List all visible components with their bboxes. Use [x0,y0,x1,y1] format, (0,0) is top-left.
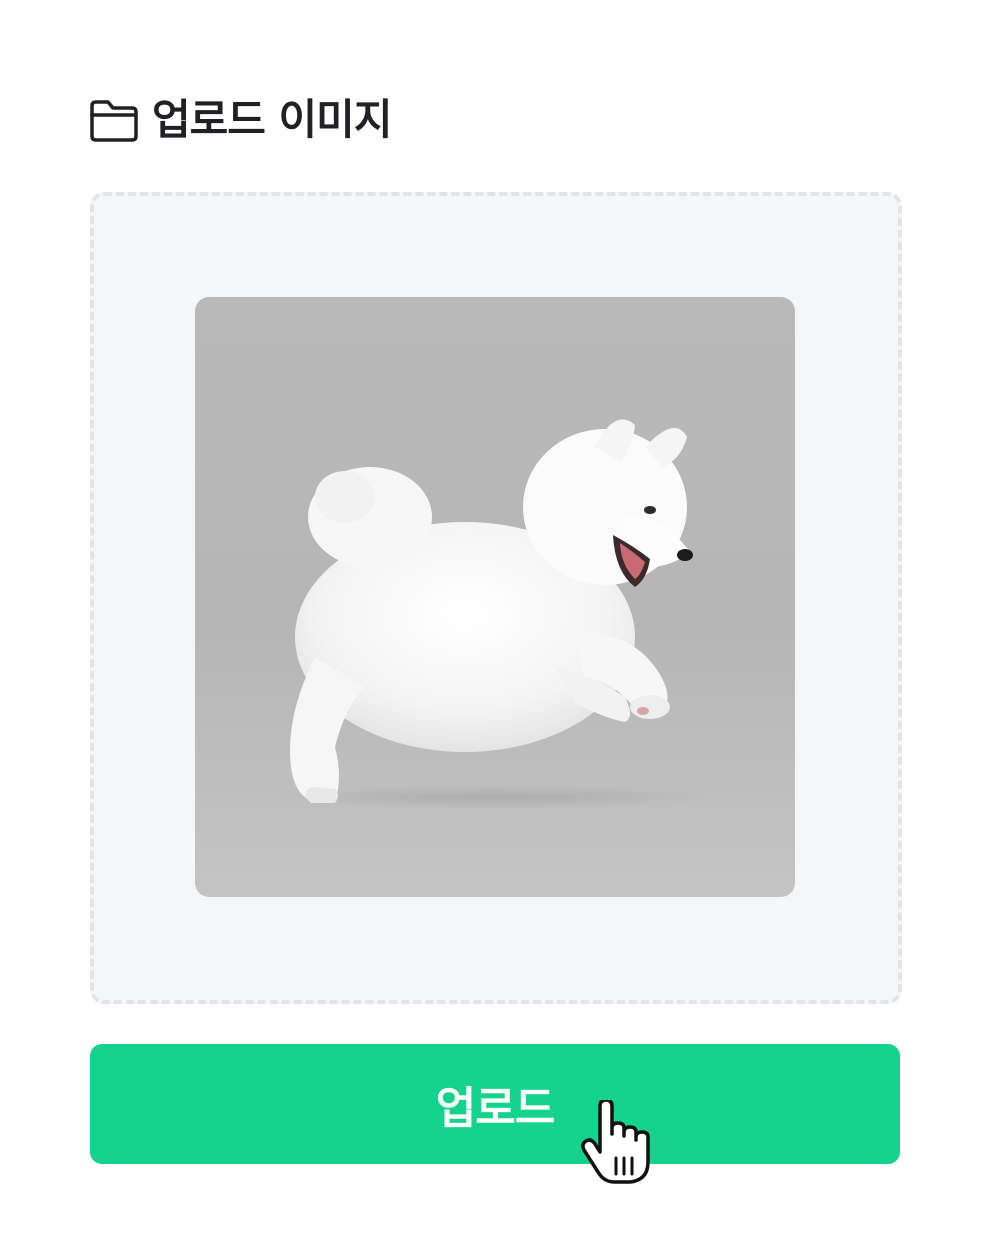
samoyed-puppy-image [275,419,715,809]
uploaded-image-preview [195,297,795,897]
upload-image-panel: 업로드 이미지 업로드 [0,0,990,1254]
upload-button[interactable]: 업로드 [90,1044,900,1164]
section-header: 업로드 이미지 [88,92,392,148]
section-title: 업로드 이미지 [152,95,392,144]
folder-icon [90,100,138,142]
